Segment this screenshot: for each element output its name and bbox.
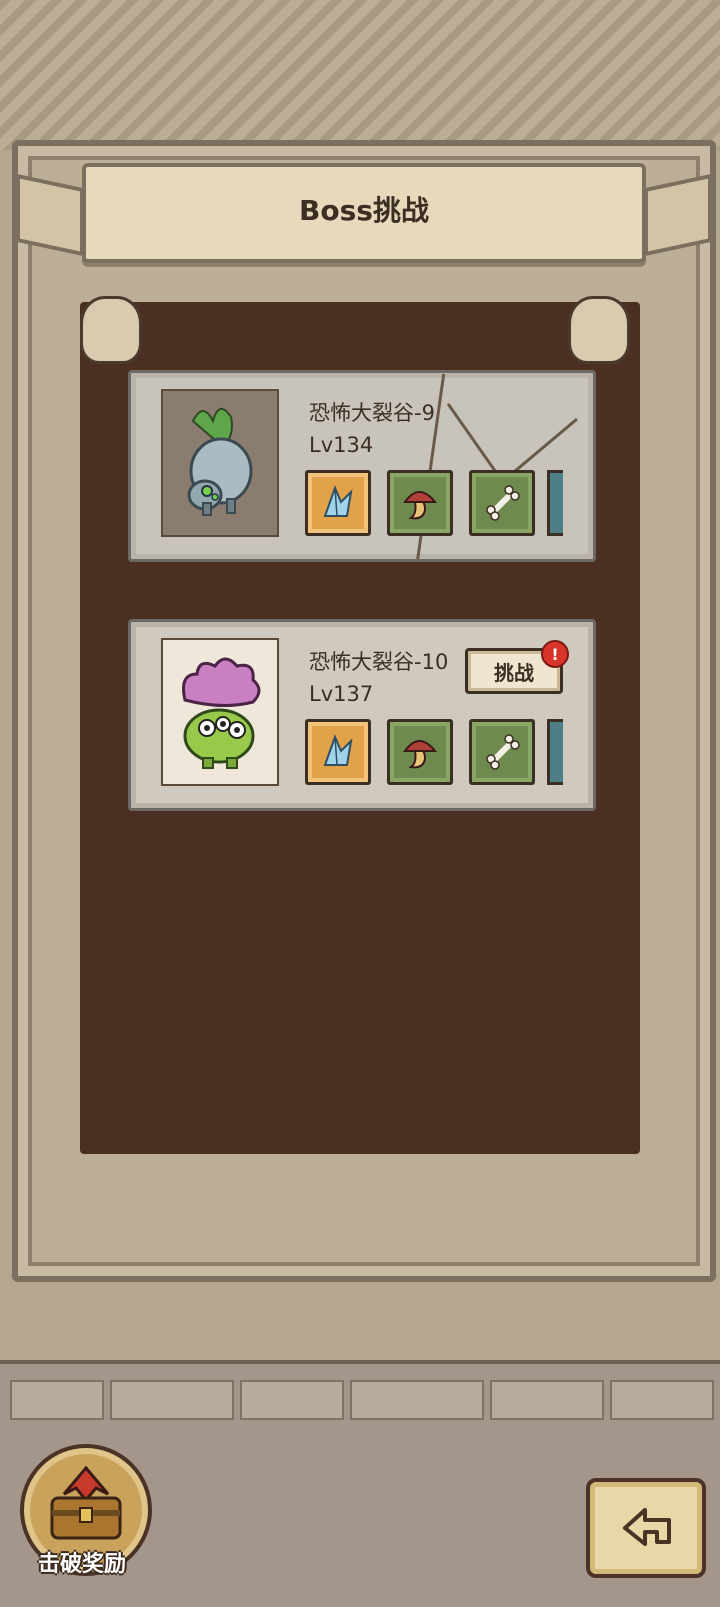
title-banner: Boss挑战 bbox=[16, 163, 712, 263]
reward-slot-partial[interactable] bbox=[547, 719, 563, 785]
reward-slot[interactable] bbox=[387, 470, 453, 536]
crystal-icon bbox=[323, 734, 353, 766]
boss-portrait bbox=[161, 638, 279, 786]
reward-slot[interactable] bbox=[305, 719, 371, 785]
bone-icon bbox=[486, 734, 520, 770]
reward-slot[interactable] bbox=[305, 470, 371, 536]
boss-name: 恐怖大裂谷-10 bbox=[309, 650, 449, 674]
brick-decoration bbox=[110, 1380, 234, 1420]
crystal-icon bbox=[323, 485, 353, 517]
coral-monster-icon bbox=[182, 657, 261, 769]
boss-level: Lv134 bbox=[309, 433, 374, 457]
alert-badge: ! bbox=[541, 640, 569, 668]
boss-level: Lv137 bbox=[309, 682, 374, 706]
banner-wing-left bbox=[16, 173, 84, 257]
frame-ornament bbox=[0, 0, 720, 150]
boss-card-1[interactable]: 恐怖大裂谷-9 Lv134 bbox=[128, 370, 596, 562]
reward-slot-partial[interactable] bbox=[547, 470, 563, 536]
brick-decoration bbox=[350, 1380, 484, 1420]
reward-slot[interactable] bbox=[387, 719, 453, 785]
rock-monster-icon bbox=[187, 408, 253, 516]
skull-ornament-left-icon bbox=[80, 296, 142, 364]
back-arrow-icon bbox=[623, 1508, 671, 1546]
banner-wing-right bbox=[644, 173, 712, 257]
page-title: Boss挑战 bbox=[299, 194, 429, 227]
boss-name: 恐怖大裂谷-9 bbox=[309, 401, 435, 425]
skull-ornament-right-icon bbox=[568, 296, 630, 364]
brick-decoration bbox=[10, 1380, 104, 1420]
bone-icon bbox=[486, 485, 520, 521]
reward-slot[interactable] bbox=[469, 719, 535, 785]
mushroom-icon bbox=[403, 740, 438, 769]
brick-decoration bbox=[240, 1380, 344, 1420]
defeat-reward-label: 击破奖励 bbox=[37, 1552, 126, 1577]
brick-decoration bbox=[490, 1380, 604, 1420]
brick-decoration bbox=[610, 1380, 714, 1420]
boss-portrait bbox=[161, 389, 279, 537]
mushroom-icon bbox=[403, 491, 438, 520]
boss-card-2[interactable]: 恐怖大裂谷-10 Lv137 挑战 ! bbox=[128, 619, 596, 811]
reward-slot[interactable] bbox=[469, 470, 535, 536]
back-button[interactable] bbox=[586, 1478, 706, 1578]
